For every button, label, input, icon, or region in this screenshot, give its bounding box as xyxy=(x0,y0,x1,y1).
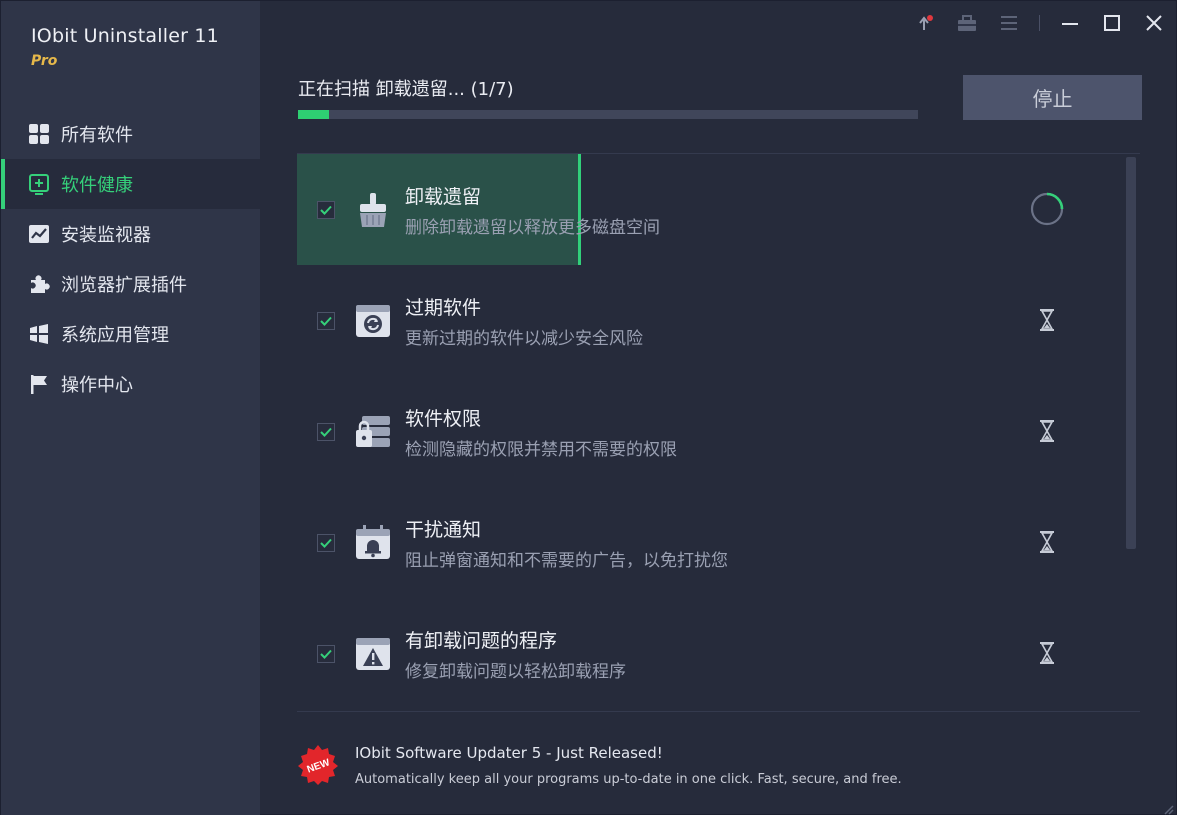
task-checkbox[interactable] xyxy=(317,311,335,330)
list-item[interactable]: 有卸载问题的程序 修复卸载问题以轻松卸载程序 xyxy=(297,598,1140,709)
task-checkbox[interactable] xyxy=(317,422,335,441)
new-badge-icon: NEW xyxy=(297,744,339,786)
broom-icon xyxy=(353,190,393,230)
task-subtitle: 检测隐藏的权限并禁用不需要的权限 xyxy=(405,439,677,460)
task-title: 过期软件 xyxy=(405,296,482,319)
sidebar-item-label: 系统应用管理 xyxy=(61,325,169,346)
sidebar-item-all-software[interactable]: 所有软件 xyxy=(1,109,260,159)
promo-title[interactable]: IObit Software Updater 5 - Just Released… xyxy=(355,744,663,762)
task-subtitle: 修复卸载问题以轻松卸载程序 xyxy=(405,661,626,682)
hourglass-icon xyxy=(1030,636,1064,670)
brand: IObit Uninstaller 11 Pro xyxy=(31,25,219,69)
update-window-icon xyxy=(353,301,393,341)
sidebar-item-label: 安装监视器 xyxy=(61,225,151,246)
flag-icon xyxy=(27,372,51,396)
scan-progress-bar xyxy=(298,110,918,119)
task-subtitle: 更新过期的软件以减少安全风险 xyxy=(405,328,643,349)
task-text: 有卸载问题的程序 修复卸载问题以轻松卸载程序 xyxy=(405,626,626,682)
sidebar-item-label: 操作中心 xyxy=(61,375,133,396)
sidebar-item-action-center[interactable]: 操作中心 xyxy=(1,359,260,409)
task-checkbox[interactable] xyxy=(317,533,335,552)
windows-logo-icon xyxy=(27,322,51,346)
task-text: 卸载遗留 删除卸载遗留以释放更多磁盘空间 xyxy=(405,182,660,238)
lock-server-icon xyxy=(353,412,393,452)
hourglass-icon xyxy=(1030,303,1064,337)
scan-progress-fill xyxy=(298,110,329,119)
puzzle-icon xyxy=(27,272,51,296)
task-text: 过期软件 更新过期的软件以减少安全风险 xyxy=(405,293,643,349)
task-title: 软件权限 xyxy=(405,407,482,430)
sidebar-item-browser-extensions[interactable]: 浏览器扩展插件 xyxy=(1,259,260,309)
sidebar-item-install-monitor[interactable]: 安装监视器 xyxy=(1,209,260,259)
task-subtitle: 删除卸载遗留以释放更多磁盘空间 xyxy=(405,217,660,238)
sidebar-item-label: 所有软件 xyxy=(61,125,133,146)
sidebar: IObit Uninstaller 11 Pro 所有软件 软件健康 安装监视器… xyxy=(1,1,260,815)
grid-icon xyxy=(27,122,51,146)
main-panel: 正在扫描 卸载遗留... (1/7) 停止 卸载遗留 删除卸载遗留以释放更多磁盘… xyxy=(260,1,1177,815)
sidebar-item-label: 软件健康 xyxy=(61,175,133,196)
task-checkbox[interactable] xyxy=(317,644,335,663)
scrollbar[interactable] xyxy=(1126,157,1136,549)
sidebar-item-label: 浏览器扩展插件 xyxy=(61,275,187,296)
sidebar-item-software-health[interactable]: 软件健康 xyxy=(1,159,260,209)
sidebar-item-system-apps[interactable]: 系统应用管理 xyxy=(1,309,260,359)
promo-banner[interactable]: NEW IObit Software Updater 5 - Just Rele… xyxy=(297,711,1140,811)
scan-status-title: 正在扫描 卸载遗留... (1/7) xyxy=(298,79,514,100)
app-title: IObit Uninstaller 11 xyxy=(31,25,219,47)
list-item[interactable]: 软件权限 检测隐藏的权限并禁用不需要的权限 xyxy=(297,376,1140,487)
task-checkbox[interactable] xyxy=(317,200,335,219)
list-item[interactable]: 卸载遗留 删除卸载遗留以释放更多磁盘空间 xyxy=(297,154,1140,265)
promo-subtitle: Automatically keep all your programs up-… xyxy=(355,772,902,787)
task-text: 干扰通知 阻止弹窗通知和不需要的广告，以免打扰您 xyxy=(405,515,728,571)
task-title: 卸载遗留 xyxy=(405,185,482,208)
task-title: 有卸载问题的程序 xyxy=(405,629,558,652)
bell-calendar-icon xyxy=(353,523,393,563)
resize-grip-icon[interactable] xyxy=(1162,800,1174,815)
loading-spinner-icon xyxy=(1030,192,1064,226)
task-subtitle: 阻止弹窗通知和不需要的广告，以免打扰您 xyxy=(405,550,728,571)
task-title: 干扰通知 xyxy=(405,518,482,541)
task-list: 卸载遗留 删除卸载遗留以释放更多磁盘空间 过期软件 更新过期的软件以减少安全风险 xyxy=(297,153,1140,711)
list-item[interactable]: 干扰通知 阻止弹窗通知和不需要的广告，以免打扰您 xyxy=(297,487,1140,598)
app-window: IObit Uninstaller 11 Pro 所有软件 软件健康 安装监视器… xyxy=(0,0,1177,815)
warning-window-icon xyxy=(353,634,393,674)
stop-button[interactable]: 停止 xyxy=(963,75,1142,120)
sidebar-nav: 所有软件 软件健康 安装监视器 浏览器扩展插件 系统应用管理 操作中心 xyxy=(1,109,260,409)
task-text: 软件权限 检测隐藏的权限并禁用不需要的权限 xyxy=(405,404,677,460)
hourglass-icon xyxy=(1030,414,1064,448)
health-plus-icon xyxy=(27,172,51,196)
list-item[interactable]: 过期软件 更新过期的软件以减少安全风险 xyxy=(297,265,1140,376)
monitor-chart-icon xyxy=(27,222,51,246)
edition-badge: Pro xyxy=(31,53,58,69)
hourglass-icon xyxy=(1030,525,1064,559)
